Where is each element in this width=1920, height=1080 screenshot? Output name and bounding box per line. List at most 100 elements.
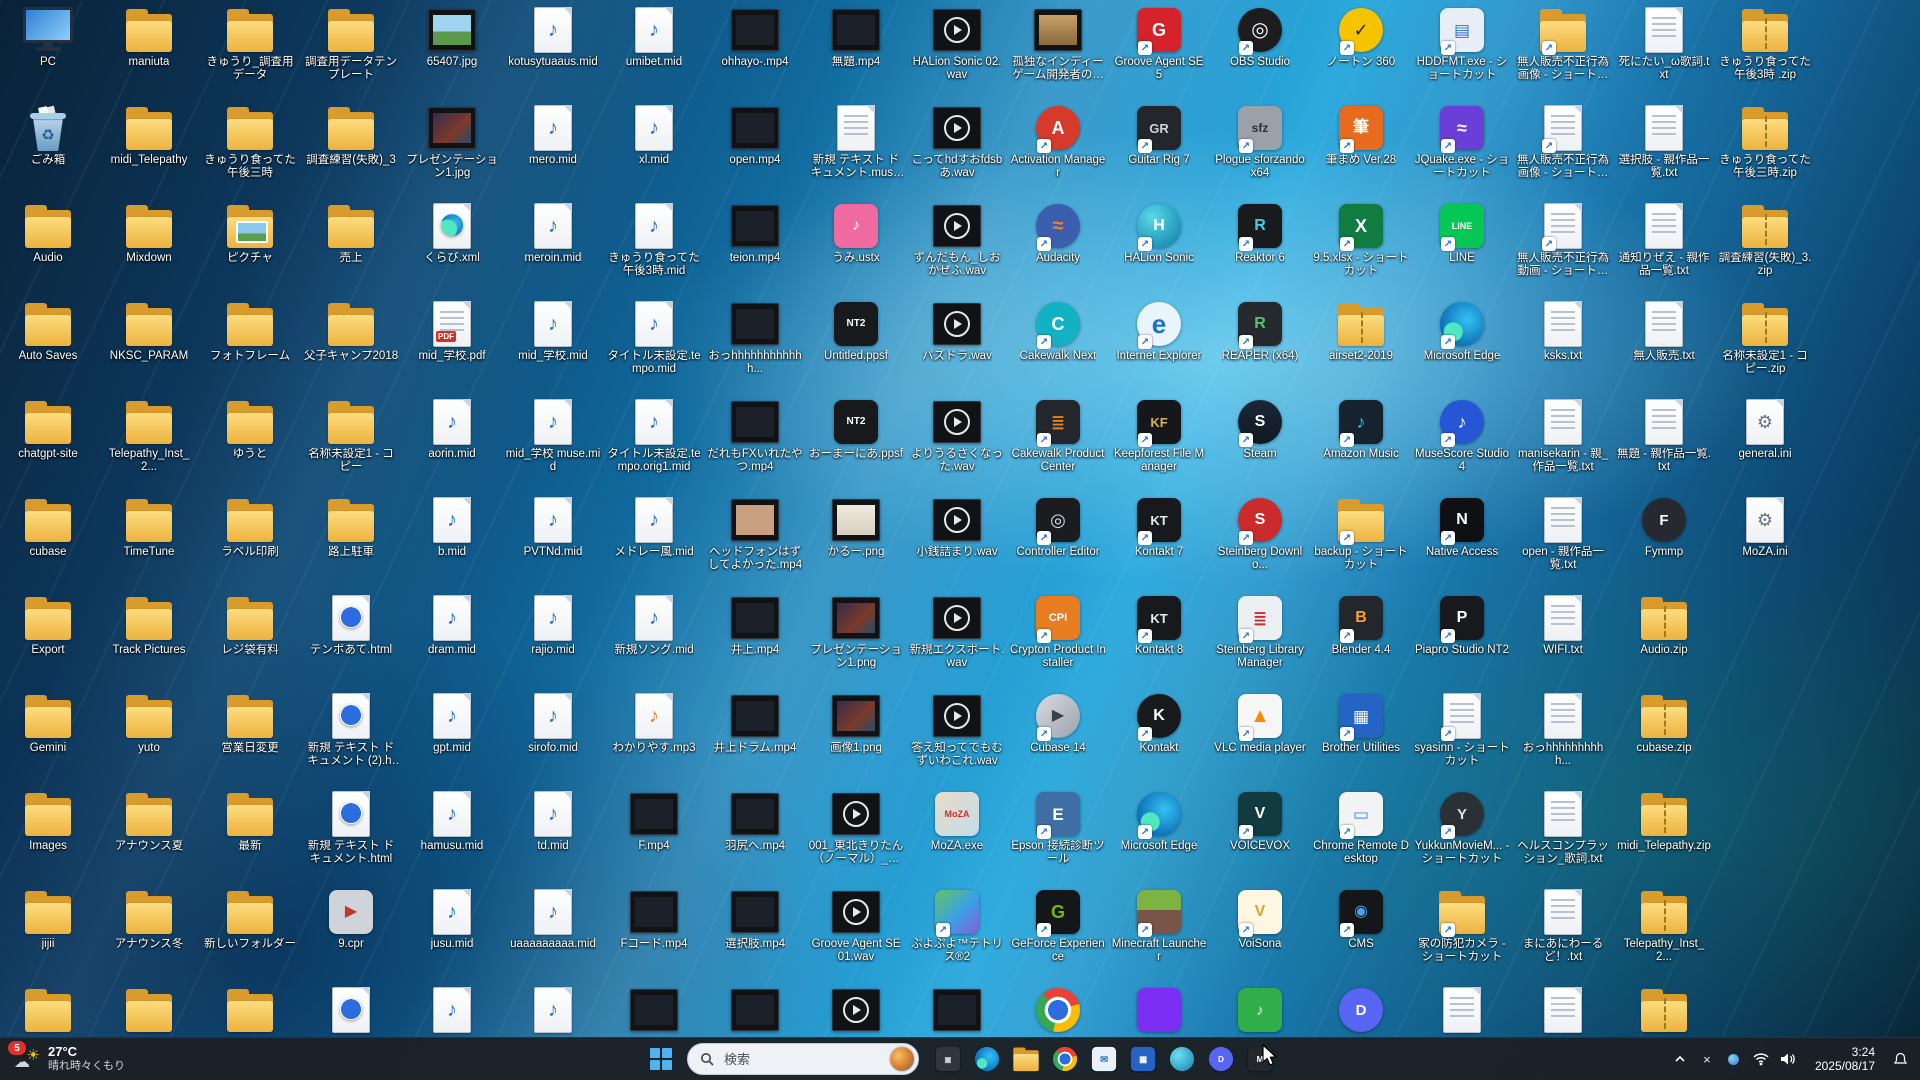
start-button[interactable] — [640, 1040, 682, 1078]
desktop-icon[interactable]: アナウンス冬 — [99, 888, 199, 951]
desktop-icon[interactable]: Export — [0, 594, 98, 657]
taskbar-app-edge[interactable] — [969, 1039, 1005, 1079]
desktop-icon[interactable]: 父子キャンプ2018 — [301, 300, 401, 363]
desktop-icon[interactable]: 名称未設定1 - コピー — [301, 398, 401, 474]
desktop-icon[interactable]: X↗9.5.xlsx - ショートカット — [1311, 202, 1411, 278]
desktop-icon[interactable]: N↗Native Access — [1412, 496, 1512, 559]
desktop-icon[interactable]: R↗Reaktor 6 — [1210, 202, 1310, 265]
desktop-icon[interactable]: ♻ごみ箱 — [0, 104, 98, 167]
taskbar-weather-widget[interactable]: ☀ ☁ 5 27°C 晴れ時々くもり — [4, 1038, 135, 1080]
desktop-icon[interactable]: 名称未設定1 - コピー.zip — [1715, 300, 1815, 376]
desktop-icon[interactable]: ▦↗Brother Utilities — [1311, 692, 1411, 755]
desktop-icon[interactable]: 無題 - 親作品一覧.txt — [1614, 398, 1714, 474]
desktop-icon[interactable]: Auto Saves — [0, 300, 98, 363]
desktop-icon[interactable]: こってhdすおfdsbあ.wav — [907, 104, 1007, 180]
desktop-icon[interactable]: TimeTune — [99, 496, 199, 559]
desktop-icon[interactable]: Telepathy_Inst_2... — [1614, 888, 1714, 964]
desktop-icon[interactable]: 無人販売.txt — [1614, 300, 1714, 363]
desktop-icon[interactable] — [604, 986, 704, 1034]
desktop-icon[interactable]: Groove Agent SE 01.wav — [806, 888, 906, 964]
desktop-icon[interactable]: ♪ — [1210, 986, 1310, 1034]
desktop-icon[interactable]: LINE↗LINE — [1412, 202, 1512, 265]
desktop-icon[interactable]: 井上.mp4 — [705, 594, 805, 657]
desktop-icon[interactable]: ▲↗VLC media player — [1210, 692, 1310, 755]
desktop-icon[interactable]: ♪xl.mid — [604, 104, 704, 167]
desktop-icon[interactable] — [99, 986, 199, 1034]
desktop-icon[interactable]: だれもFXいれたやつ.mp4 — [705, 398, 805, 474]
desktop-icon[interactable]: ラベル印刷 — [200, 496, 300, 559]
desktop-icon[interactable]: 売上 — [301, 202, 401, 265]
desktop-icon[interactable]: ≣↗Steinberg Library Manager — [1210, 594, 1310, 670]
desktop-icon[interactable]: 死にたい_ω歌詞.txt — [1614, 6, 1714, 82]
desktop-icon[interactable]: ずんだもん_しおかぜふ.wav — [907, 202, 1007, 278]
desktop-icon[interactable]: jijii — [0, 888, 98, 951]
taskbar-app-pinned-dark[interactable]: ▣ — [930, 1039, 966, 1079]
desktop-icon[interactable]: 羽尻へ.mp4 — [705, 790, 805, 853]
desktop-icon[interactable]: WIFI.txt — [1513, 594, 1613, 657]
desktop-icon[interactable]: きゅうり_調査用データ — [200, 6, 300, 82]
desktop-icon[interactable]: 筆↗筆まめ Ver.28 — [1311, 104, 1411, 167]
desktop-icon[interactable]: KF↗Keepforest File Manager — [1109, 398, 1209, 474]
desktop-icon[interactable]: KT↗Kontakt 7 — [1109, 496, 1209, 559]
desktop-icon[interactable]: R↗REAPER (x64) — [1210, 300, 1310, 363]
desktop-icon[interactable] — [806, 986, 906, 1034]
desktop-icon[interactable]: S↗Steam — [1210, 398, 1310, 461]
desktop-icon[interactable]: ▤↗HDDFMT.exe - ショートカット — [1412, 6, 1512, 82]
desktop-icon[interactable]: ♪rajio.mid — [503, 594, 603, 657]
desktop-icon[interactable]: プレゼンテーション1.png — [806, 594, 906, 670]
desktop-icon[interactable]: V↗VOICEVOX — [1210, 790, 1310, 853]
desktop-icon[interactable]: おっhhhhhhhhhh... — [1513, 692, 1613, 768]
desktop-icon[interactable]: ピクチャ — [200, 202, 300, 265]
desktop-icon[interactable]: アナウンス夏 — [99, 790, 199, 853]
desktop-icon[interactable]: 新規エクスポート.wav — [907, 594, 1007, 670]
desktop-icon[interactable]: きゅうり食ってた午後3時 .zip — [1715, 6, 1815, 82]
desktop-icon[interactable] — [1008, 986, 1108, 1034]
desktop-icon[interactable]: Y↗YukkunMovieM... - ショートカット — [1412, 790, 1512, 866]
desktop-icon[interactable] — [705, 986, 805, 1034]
desktop-icon[interactable]: ♪hamusu.mid — [402, 790, 502, 853]
desktop-icon[interactable]: ♪わかりやす.mp3 — [604, 692, 704, 755]
desktop-icon[interactable]: Mixdown — [99, 202, 199, 265]
desktop-icon[interactable]: 小銭詰まり.wav — [907, 496, 1007, 559]
desktop-icon[interactable]: ⚙MoZA.ini — [1715, 496, 1815, 559]
desktop-icon[interactable]: S↗Steinberg Downlo... — [1210, 496, 1310, 572]
desktop-icon[interactable]: ↗無人販売不正行為画像 - ショートカッ... — [1513, 6, 1613, 82]
wifi-icon[interactable] — [1749, 1040, 1773, 1078]
desktop-icon[interactable]: パズドラ.wav — [907, 300, 1007, 363]
desktop-icon[interactable]: ◎↗OBS Studio — [1210, 6, 1310, 69]
desktop-icon[interactable]: 無題.mp4 — [806, 6, 906, 69]
desktop-icon[interactable]: ♪PVTNd.mid — [503, 496, 603, 559]
desktop-icon[interactable]: ↗Microsoft Edge — [1109, 790, 1209, 853]
desktop-icon[interactable]: ◎↗Controller Editor — [1008, 496, 1108, 559]
desktop-icon[interactable]: KT↗Kontakt 8 — [1109, 594, 1209, 657]
desktop-icon[interactable]: ♪うみ.ustx — [806, 202, 906, 265]
desktop-icon[interactable]: ♪↗Amazon Music — [1311, 398, 1411, 461]
desktop-icon[interactable]: ≈↗Audacity — [1008, 202, 1108, 265]
desktop-icon[interactable]: Audio — [0, 202, 98, 265]
desktop-icon[interactable]: かるー.png — [806, 496, 906, 559]
desktop-icon[interactable]: D — [1311, 986, 1411, 1034]
desktop-icon[interactable]: NT2おーまーにあ.ppsf — [806, 398, 906, 461]
desktop-icon[interactable]: ♪mid_学校 muse.mid — [503, 398, 603, 474]
desktop-icon[interactable]: E↗Epson 接続診断ツール — [1008, 790, 1108, 866]
desktop-icon[interactable]: ヘッドフォンはずしてよかった.mp4 — [705, 496, 805, 572]
desktop-icon[interactable]: 新規 テキスト ドキュメント (2).html — [301, 692, 401, 768]
desktop-icon[interactable]: e↗Internet Explorer — [1109, 300, 1209, 363]
desktop-icon[interactable]: 新規 テキスト ドキュメント.html — [301, 790, 401, 866]
desktop-icon[interactable]: よりうるさくなった.wav — [907, 398, 1007, 474]
desktop-icon[interactable]: 営業日変更 — [200, 692, 300, 755]
desktop-icon[interactable]: ♪新規ソング.mid — [604, 594, 704, 657]
search-box[interactable] — [687, 1043, 919, 1075]
desktop-icon[interactable]: 001_東北きりたん（ノーマル）_今じゃ... — [806, 790, 906, 866]
desktop-icon[interactable]: ♪↗MuseScore Studio 4 — [1412, 398, 1512, 474]
desktop-icon[interactable]: フォトフレーム — [200, 300, 300, 363]
desktop-icon[interactable]: NKSC_PARAM — [99, 300, 199, 363]
desktop-icon[interactable]: midi_Telepathy.zip — [1614, 790, 1714, 853]
desktop-icon[interactable]: HALion Sonic 02.wav — [907, 6, 1007, 82]
desktop-icon[interactable]: NT2Untitled.ppsf — [806, 300, 906, 363]
desktop-icon[interactable]: airset2-2019 — [1311, 300, 1411, 363]
desktop-icon[interactable] — [1614, 986, 1714, 1034]
desktop-icon[interactable]: Telepathy_Inst_2... — [99, 398, 199, 474]
desktop-icon[interactable]: ♪タイトル未設定.tempo.orig1.mid — [604, 398, 704, 474]
desktop-icon[interactable]: ♪mid_学校.mid — [503, 300, 603, 363]
